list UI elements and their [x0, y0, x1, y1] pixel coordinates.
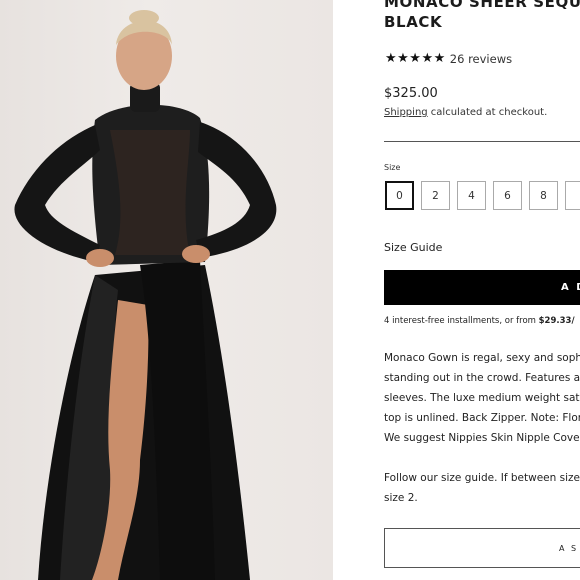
size-note-line: Follow our size guide. If between size — [384, 472, 580, 484]
model-in-gown-illustration — [14, 10, 277, 580]
size-option-partial[interactable] — [565, 181, 580, 210]
installments-text: 4 interest-free installments, or from — [384, 316, 539, 326]
installments-amount: $29.33/ — [538, 316, 575, 326]
installments-note: 4 interest-free installments, or from $2… — [384, 316, 575, 326]
description-line: sleeves. The luxe medium weight satin — [384, 392, 580, 404]
reviews-count-link[interactable]: 26 reviews — [450, 52, 512, 66]
shipping-note-text: calculated at checkout. — [427, 107, 548, 118]
star-rating-icon: ★★★★★ — [385, 51, 446, 66]
add-to-cart-button[interactable]: A D — [384, 270, 580, 305]
description-line: We suggest Nippies Skin Nipple Covers — [384, 432, 580, 444]
size-guide-link[interactable]: Size Guide — [384, 241, 442, 254]
size-label: Size — [384, 163, 401, 172]
shipping-link[interactable]: Shipping — [384, 107, 428, 118]
size-option-4[interactable]: 4 — [457, 181, 486, 210]
product-details-panel: MONACO SHEER SEQUIN BLACK ★★★★★ 26 revie… — [333, 0, 580, 580]
add-to-cart-label: A D — [561, 282, 580, 293]
size-note-line: size 2. — [384, 492, 418, 504]
size-selector: 0 2 4 6 8 — [385, 181, 580, 210]
divider — [384, 141, 580, 142]
description-line: Monaco Gown is regal, sexy and sophis — [384, 352, 580, 364]
product-image[interactable] — [0, 0, 333, 580]
size-option-2[interactable]: 2 — [421, 181, 450, 210]
description-line: standing out in the crowd. Features a sl — [384, 372, 580, 384]
product-price: $325.00 — [384, 86, 438, 101]
size-option-0[interactable]: 0 — [385, 181, 414, 210]
rating-summary[interactable]: ★★★★★ 26 reviews — [385, 51, 512, 66]
shipping-note: Shipping calculated at checkout. — [384, 107, 547, 118]
size-option-8[interactable]: 8 — [529, 181, 558, 210]
description-line: top is unlined. Back Zipper. Note: Flora… — [384, 412, 580, 424]
product-title: MONACO SHEER SEQUIN BLACK — [384, 0, 580, 31]
product-description: Monaco Gown is regal, sexy and sophis st… — [384, 348, 580, 528]
ask-question-button[interactable]: A S K — [384, 528, 580, 568]
ask-question-label: A S K — [559, 543, 580, 553]
size-option-6[interactable]: 6 — [493, 181, 522, 210]
